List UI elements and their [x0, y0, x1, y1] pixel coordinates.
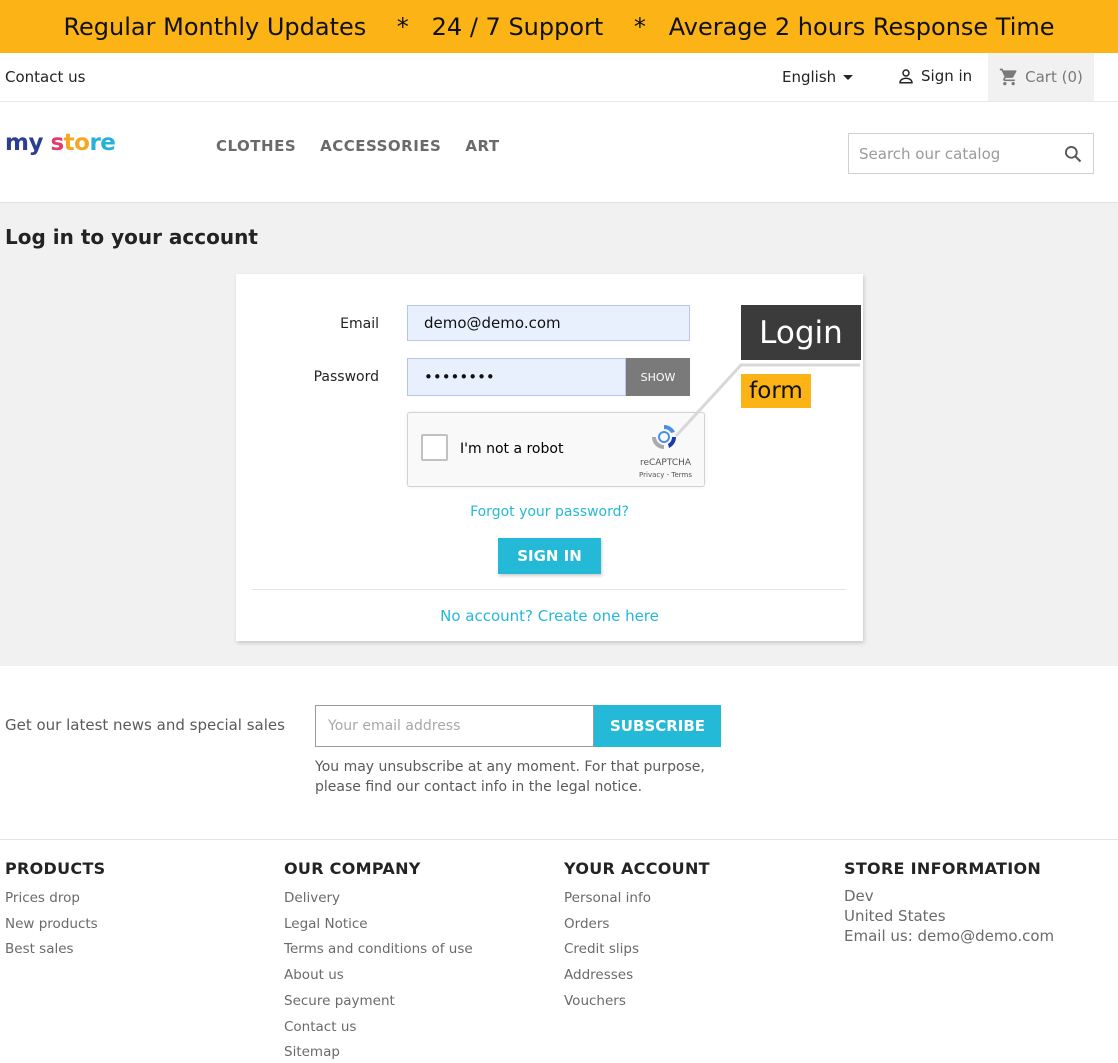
forgot-password-link[interactable]: Forgot your password? — [236, 504, 863, 520]
store-logo[interactable]: my store — [5, 130, 116, 156]
captcha-brand: reCAPTCHA — [639, 458, 692, 468]
sign-in-label: Sign in — [921, 67, 973, 85]
page-title: Log in to your account — [5, 225, 258, 249]
promo-banner: Regular Monthly Updates * 24 / 7 Support… — [0, 0, 1118, 53]
footer-company: OUR COMPANY Delivery Legal Notice Terms … — [284, 859, 473, 1063]
store-info-line[interactable]: Email us: demo@demo.com — [844, 926, 1054, 946]
newsletter-email-input[interactable] — [316, 718, 593, 734]
user-icon — [899, 69, 913, 84]
footer-link[interactable]: Best sales — [5, 937, 106, 963]
logo-part: to — [63, 130, 90, 156]
menu-item-clothes[interactable]: CLOTHES — [216, 137, 296, 155]
recaptcha-widget: I'm not a robot reCAPTCHA Privacy - Term… — [407, 412, 705, 487]
search-icon[interactable] — [1063, 144, 1083, 164]
main-content: Log in to your account Email demo@demo.c… — [0, 203, 1118, 666]
sign-in-button[interactable]: SIGN IN — [498, 538, 601, 574]
sign-in-link[interactable]: Sign in — [897, 67, 972, 85]
footer-link[interactable]: Terms and conditions of use — [284, 937, 473, 963]
subscribe-button[interactable]: SUBSCRIBE — [594, 705, 721, 747]
divider — [252, 589, 846, 590]
footer-link[interactable]: Personal info — [564, 886, 710, 912]
language-label: English — [782, 68, 837, 86]
footer-heading: PRODUCTS — [5, 859, 106, 878]
captcha-label: I'm not a robot — [460, 441, 564, 457]
logo-part: re — [89, 130, 116, 156]
cart-button[interactable]: Cart (0) — [988, 53, 1094, 101]
footer-heading: OUR COMPANY — [284, 859, 421, 878]
logo-part: my — [5, 130, 43, 156]
footer-account: YOUR ACCOUNT Personal info Orders Credit… — [564, 859, 710, 1015]
cart-icon — [999, 68, 1017, 86]
footer-products: PRODUCTS Prices drop New products Best s… — [5, 859, 106, 963]
footer-link[interactable]: Delivery — [284, 886, 473, 912]
email-field[interactable]: demo@demo.com — [407, 305, 690, 341]
footer-heading: YOUR ACCOUNT — [564, 859, 710, 878]
logo-part: s — [42, 130, 64, 156]
recaptcha-icon — [652, 424, 677, 449]
email-label: Email — [340, 316, 379, 332]
footer-link[interactable]: Contact us — [284, 1015, 473, 1041]
footer-link[interactable]: Legal Notice — [284, 912, 473, 938]
show-password-button[interactable]: SHOW — [626, 358, 690, 396]
store-info-line: Dev — [844, 887, 874, 905]
language-selector[interactable]: English — [782, 68, 854, 86]
menu-item-accessories[interactable]: ACCESSORIES — [320, 137, 441, 155]
footer-link[interactable]: Sitemap — [284, 1040, 473, 1063]
newsletter-note: You may unsubscribe at any moment. For t… — [315, 759, 705, 795]
store-info-line: United States — [844, 907, 946, 925]
captcha-checkbox[interactable] — [421, 434, 448, 461]
footer-link[interactable]: Vouchers — [564, 989, 710, 1015]
password-field[interactable]: •••••••• — [407, 358, 626, 396]
password-label: Password — [313, 369, 379, 385]
newsletter-section: Get our latest news and special sales SU… — [0, 666, 1118, 840]
footer-link[interactable]: Credit slips — [564, 937, 710, 963]
captcha-terms-link[interactable]: Privacy - Terms — [638, 471, 693, 479]
site-header: my store CLOTHES ACCESSORIES ART — [0, 102, 1118, 203]
create-account-link[interactable]: No account? Create one here — [236, 607, 863, 625]
callout-title: Login — [741, 305, 861, 360]
search-box — [848, 133, 1094, 174]
menu-item-art[interactable]: ART — [465, 137, 499, 155]
footer-heading: STORE INFORMATION — [844, 859, 1042, 878]
footer-link[interactable]: Prices drop — [5, 886, 106, 912]
footer-link[interactable]: New products — [5, 912, 106, 938]
footer-link[interactable]: Secure payment — [284, 989, 473, 1015]
main-menu: CLOTHES ACCESSORIES ART — [216, 137, 500, 155]
search-input[interactable] — [849, 144, 1049, 163]
newsletter-email-box — [315, 705, 594, 747]
contact-us-link[interactable]: Contact us — [5, 68, 85, 86]
top-navigation: Contact us English Sign in Cart (0) — [0, 53, 1118, 102]
callout-subtitle: form — [741, 374, 811, 408]
caret-down-icon — [843, 74, 854, 80]
newsletter-text: Get our latest news and special sales — [5, 716, 285, 734]
footer-link[interactable]: Orders — [564, 912, 710, 938]
footer-store-info: STORE INFORMATION Dev United States Emai… — [844, 859, 1054, 946]
footer-link[interactable]: About us — [284, 963, 473, 989]
site-footer: PRODUCTS Prices drop New products Best s… — [0, 841, 1118, 1063]
cart-label: Cart (0) — [1025, 68, 1083, 86]
footer-link[interactable]: Addresses — [564, 963, 710, 989]
